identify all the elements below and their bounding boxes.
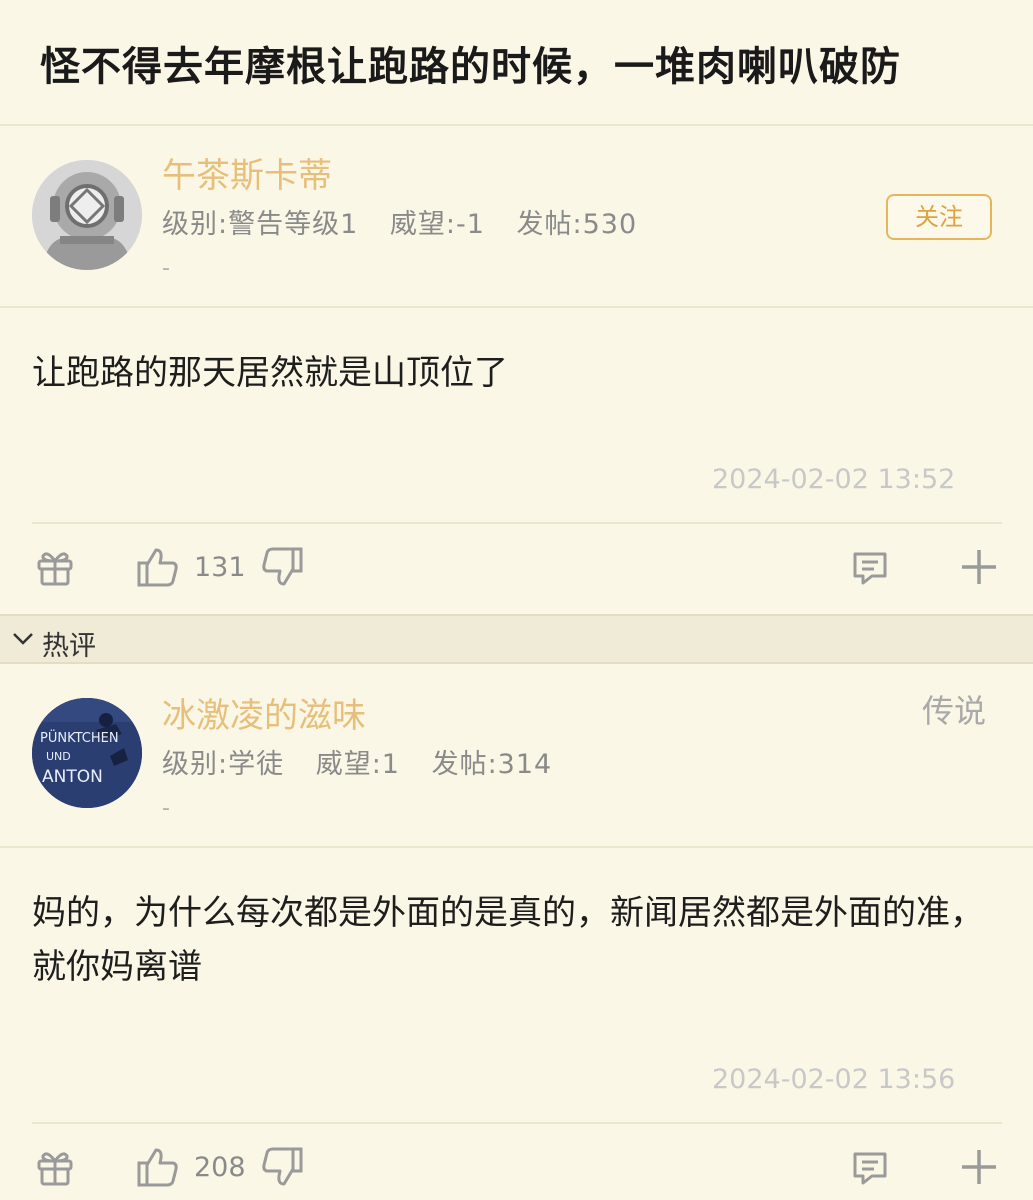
plus-icon[interactable] <box>958 546 1000 588</box>
user-meta: 级别:学徒 威望:1 发帖:314 <box>162 742 574 781</box>
user-prestige: 威望:1 <box>315 749 400 780</box>
thread-title: 怪不得去年摩根让跑路的时候，一堆肉喇叭破防 <box>40 44 901 90</box>
post-content: 让跑路的那天居然就是山顶位了 <box>32 353 508 393</box>
user-signature: - <box>162 256 170 281</box>
username[interactable]: 午茶斯卡蒂 <box>162 148 332 197</box>
user-post-count: 发帖:314 <box>431 749 553 780</box>
divider <box>0 846 1033 848</box>
post-content: 妈的，为什么每次都是外面的是真的，新闻居然都是外面的准，就你妈离谱 <box>32 893 984 987</box>
gift-icon[interactable] <box>34 1146 76 1188</box>
avatar-text: ANTON <box>42 767 103 787</box>
post-timestamp: 2024-02-02 13:56 <box>712 1064 956 1095</box>
avatar-text: UND <box>46 750 71 763</box>
like-count: 208 <box>194 1152 246 1183</box>
thumbs-down-icon[interactable] <box>260 546 304 588</box>
chevron-down-icon <box>13 633 33 645</box>
comment-icon[interactable] <box>850 1148 890 1188</box>
hot-comments-header[interactable]: 热评 <box>0 614 1033 664</box>
thumbs-up-icon[interactable] <box>136 546 180 588</box>
thumbs-up-icon[interactable] <box>136 1146 180 1188</box>
user-level: 级别:学徒 <box>162 749 285 780</box>
divider <box>32 1122 1002 1124</box>
user-meta: 级别:警告等级1 威望:-1 发帖:530 <box>162 202 659 241</box>
user-rank-badge: 传说 <box>922 692 987 730</box>
divider <box>0 306 1033 308</box>
follow-button[interactable]: 关注 <box>886 194 992 240</box>
user-post-count: 发帖:530 <box>516 209 638 240</box>
book-cover-avatar: PÜNKTCHEN UND ANTON <box>32 698 142 808</box>
username[interactable]: 冰激凌的滋味 <box>162 688 366 737</box>
gift-icon[interactable] <box>34 546 76 588</box>
user-prestige: 威望:-1 <box>389 209 485 240</box>
post-timestamp: 2024-02-02 13:52 <box>712 464 956 495</box>
user-signature: - <box>162 796 170 821</box>
divider <box>32 522 1002 524</box>
divider <box>0 124 1033 126</box>
comment-icon[interactable] <box>850 548 890 588</box>
thumbs-down-icon[interactable] <box>260 1146 304 1188</box>
avatar[interactable]: PÜNKTCHEN UND ANTON <box>32 698 142 808</box>
hot-comments-label: 热评 <box>42 631 96 662</box>
user-level: 级别:警告等级1 <box>162 209 359 240</box>
avatar-text: PÜNKTCHEN <box>40 729 119 746</box>
avatar[interactable] <box>32 160 142 270</box>
like-count: 131 <box>194 552 246 583</box>
plus-icon[interactable] <box>958 1146 1000 1188</box>
diving-helmet-avatar <box>32 160 142 270</box>
